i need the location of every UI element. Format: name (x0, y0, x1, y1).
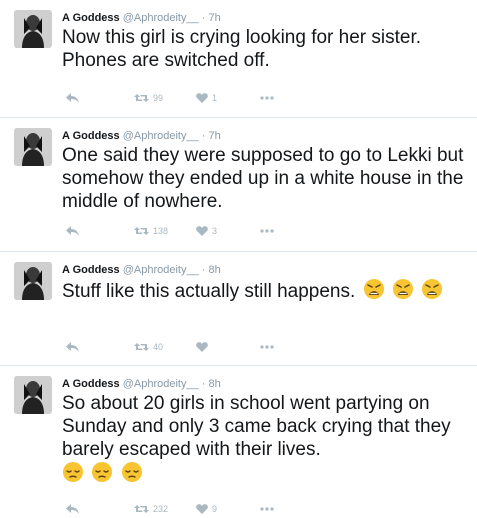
pensive-face-emoji (121, 461, 143, 489)
like-count: 1 (212, 93, 218, 103)
tweet-text: One said they were supposed to go to Lek… (62, 144, 467, 213)
more-icon (260, 345, 274, 349)
tweet-header: A Goddess @Aphrodeity__ · 8h (62, 264, 221, 276)
avatar[interactable] (14, 128, 52, 166)
weary-face-emoji (392, 278, 414, 306)
like-button[interactable]: 9 (196, 504, 217, 514)
avatar[interactable] (14, 262, 52, 300)
retweet-icon (134, 227, 149, 235)
retweet-count: 138 (153, 226, 169, 236)
author-handle[interactable]: @Aphrodeity__ (123, 130, 199, 142)
retweet-count: 232 (153, 504, 169, 514)
retweet-icon (134, 94, 149, 102)
like-button[interactable] (196, 342, 212, 352)
reply-icon (66, 504, 79, 514)
timestamp[interactable]: 8h (209, 378, 221, 390)
tweet-text: So about 20 girls in school went partyin… (62, 392, 467, 489)
retweet-button[interactable]: 40 (134, 342, 163, 352)
timestamp[interactable]: 7h (209, 12, 221, 24)
tweet-text: Now this girl is crying looking for her … (62, 26, 467, 72)
more-icon (260, 507, 274, 511)
author-handle[interactable]: @Aphrodeity__ (123, 378, 199, 390)
weary-face-emoji (421, 278, 443, 306)
tweet-1[interactable]: A Goddess @Aphrodeity__ · 7h Now this gi… (0, 0, 477, 118)
pensive-face-emoji (62, 461, 84, 489)
time-separator: · (201, 378, 206, 390)
more-icon (260, 96, 274, 100)
retweet-count: 40 (153, 342, 164, 352)
tweet-header: A Goddess @Aphrodeity__ · 7h (62, 130, 221, 142)
author-name[interactable]: A Goddess (62, 378, 120, 390)
retweet-icon (134, 343, 149, 351)
like-button[interactable]: 1 (196, 93, 217, 103)
reply-icon (66, 226, 79, 236)
more-button[interactable] (260, 229, 274, 233)
like-count: 9 (212, 504, 218, 514)
tweet-text-content: So about 20 girls in school went partyin… (62, 393, 451, 460)
tweet-header: A Goddess @Aphrodeity__ · 7h (62, 12, 221, 24)
retweet-icon (134, 505, 149, 513)
time-separator: · (201, 130, 206, 142)
more-button[interactable] (260, 96, 274, 100)
like-icon (196, 93, 208, 103)
tweet-text: Stuff like this actually still happens. (62, 278, 467, 306)
weary-face-emoji (363, 278, 385, 306)
tweet-2[interactable]: A Goddess @Aphrodeity__ · 7h One said th… (0, 118, 477, 252)
more-button[interactable] (260, 345, 274, 349)
tweet-header: A Goddess @Aphrodeity__ · 8h (62, 378, 221, 390)
time-separator: · (201, 12, 206, 24)
tweet-3[interactable]: A Goddess @Aphrodeity__ · 8h Stuff like … (0, 252, 477, 366)
timestamp[interactable]: 7h (209, 130, 221, 142)
tweet-text-content: One said they were supposed to go to Lek… (62, 145, 464, 212)
pensive-face-emoji (91, 461, 113, 489)
reply-icon (66, 342, 79, 352)
reply-button[interactable] (66, 504, 80, 514)
retweet-count: 99 (153, 93, 164, 103)
like-button[interactable]: 3 (196, 226, 217, 236)
author-name[interactable]: A Goddess (62, 12, 120, 24)
retweet-button[interactable]: 138 (134, 226, 168, 236)
author-name[interactable]: A Goddess (62, 130, 120, 142)
avatar[interactable] (14, 10, 52, 48)
reply-icon (66, 93, 79, 103)
reply-button[interactable] (66, 226, 80, 236)
author-name[interactable]: A Goddess (62, 264, 120, 276)
tweet-text-content: Now this girl is crying looking for her … (62, 27, 422, 71)
reply-button[interactable] (66, 342, 80, 352)
author-handle[interactable]: @Aphrodeity__ (123, 12, 199, 24)
time-separator: · (201, 264, 206, 276)
like-icon (196, 226, 208, 236)
tweet-text-content: Stuff like this actually still happens. (62, 281, 356, 302)
reply-button[interactable] (66, 93, 80, 103)
more-icon (260, 229, 274, 233)
retweet-button[interactable]: 99 (134, 93, 163, 103)
like-icon (196, 504, 208, 514)
more-button[interactable] (260, 507, 274, 511)
like-icon (196, 342, 208, 352)
like-count: 3 (212, 226, 218, 236)
tweet-4[interactable]: A Goddess @Aphrodeity__ · 8h So about 20… (0, 366, 477, 516)
author-handle[interactable]: @Aphrodeity__ (123, 264, 199, 276)
timestamp[interactable]: 8h (209, 264, 221, 276)
retweet-button[interactable]: 232 (134, 504, 168, 514)
avatar[interactable] (14, 376, 52, 414)
